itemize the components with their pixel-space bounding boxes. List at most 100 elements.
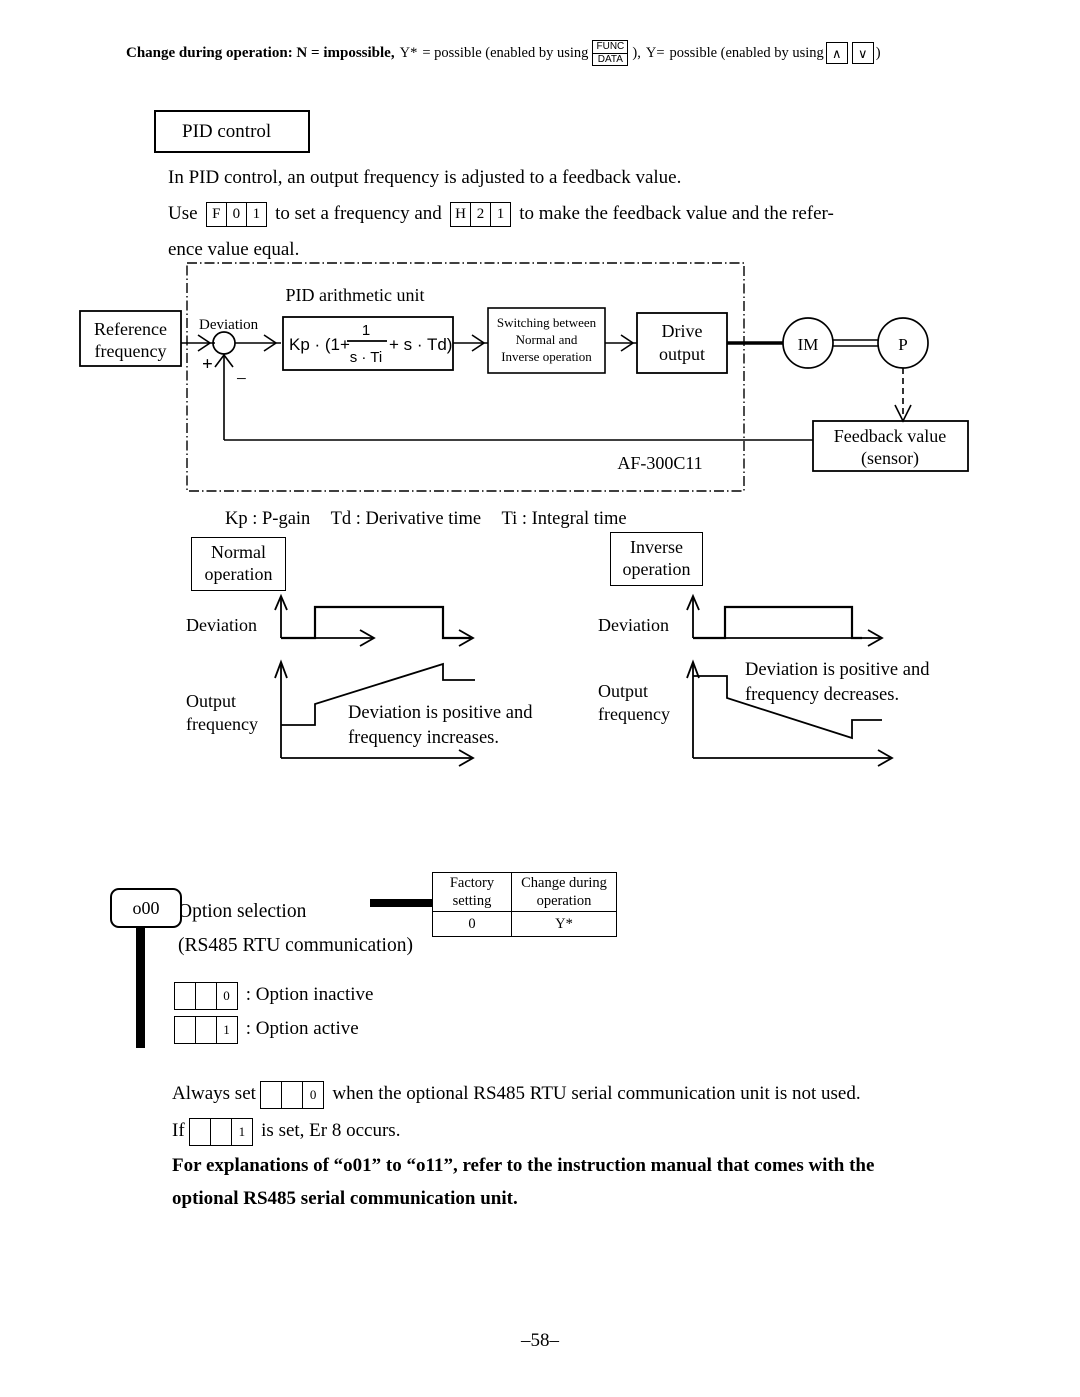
parameter-title-line2: (RS485 RTU communication) xyxy=(178,935,413,956)
digit-blank xyxy=(173,1015,196,1044)
if-post-text: is set, Er 8 occurs. xyxy=(261,1120,401,1141)
intro-tail-text: to make the feedback value and the refer… xyxy=(519,203,834,224)
normal-output-label-line1: Output xyxy=(186,691,237,711)
inverse-output-axis-label: Output frequency xyxy=(598,680,670,726)
up-arrow-key-icon: ∧ xyxy=(825,42,848,64)
motor-label: IM xyxy=(798,335,819,354)
intro-use-word: Use xyxy=(168,203,198,224)
legend-td: Td : Derivative time xyxy=(330,509,482,529)
change-during-operation-header: Change during operation xyxy=(511,872,617,912)
code-h21: H 2 1 xyxy=(450,202,512,228)
normal-operation-note: Deviation is positive and frequency incr… xyxy=(348,701,532,751)
change-during-operation-note: Change during operation: N = impossible,… xyxy=(126,40,986,66)
bold-note-line1: For explanations of “o01” to “o11”, refe… xyxy=(172,1155,875,1176)
always-set-paragraph: Always set 0 when the optional RS485 RTU… xyxy=(172,1075,972,1149)
inverse-operation-note: Deviation is positive and frequency decr… xyxy=(745,658,929,708)
sum-minus-sign: − xyxy=(236,369,247,390)
code-char: 1 xyxy=(490,202,512,227)
option-choice-list: 0 : Option inactive 1 : Option active xyxy=(173,978,374,1046)
table-value-row: 0 Y* xyxy=(432,911,617,937)
formula-numerator: 1 xyxy=(362,322,370,339)
normal-note-line2: frequency increases. xyxy=(348,728,499,748)
header-mid-1: = possible (enabled by using xyxy=(422,44,589,61)
func-data-key-icon: FUNC DATA xyxy=(592,40,629,66)
summing-junction xyxy=(212,331,236,355)
inverse-op-line1: Inverse xyxy=(630,537,683,557)
inverse-deviation-axis-label: Deviation xyxy=(598,615,669,635)
parameter-bracket-stem xyxy=(136,920,145,1048)
code-char: H xyxy=(450,202,472,227)
inverse-output-label-line2: frequency xyxy=(598,704,670,724)
factory-setting-table: Factory setting Change during operation … xyxy=(432,872,617,937)
option-active-text: : Option active xyxy=(245,1018,359,1039)
always-set-digits: 0 xyxy=(260,1080,325,1109)
down-arrow-key-icon: ∨ xyxy=(851,42,874,64)
normal-output-axis-label: Output frequency xyxy=(186,690,258,736)
digit-value: 0 xyxy=(215,981,238,1010)
pid-block-diagram: Reference frequency + − Deviation PID ar… xyxy=(0,255,1080,500)
header-prefix: Change during operation: N = impossible, xyxy=(126,44,395,61)
pid-intro-paragraph: In PID control, an output frequency is a… xyxy=(168,160,888,268)
digit-value: 1 xyxy=(230,1117,253,1146)
change-during-operation-value: Y* xyxy=(511,911,617,937)
code-char: 2 xyxy=(470,202,492,227)
header-mid-3: possible (enabled by using xyxy=(669,44,824,61)
feedback-line1: Feedback value xyxy=(834,426,946,446)
reference-frequency-line1: Reference xyxy=(94,319,167,339)
always-set-pre-text: Always set xyxy=(172,1083,256,1104)
parameter-code: o00 xyxy=(132,897,160,918)
sum-plus-sign: + xyxy=(202,354,213,375)
normal-deviation-pulse xyxy=(281,605,471,640)
always-set-post-text: when the optional RS485 RTU serial commu… xyxy=(332,1083,861,1104)
table-header-row: Factory setting Change during operation xyxy=(432,872,617,912)
formula-lead: Kp · (1+ xyxy=(289,335,350,354)
normal-output-label-line2: frequency xyxy=(186,714,258,734)
option-choice-inactive: 0 : Option inactive xyxy=(173,978,374,1012)
data-key-label: DATA xyxy=(597,53,623,65)
digit-value: 0 xyxy=(302,1080,325,1109)
switch-line3: Inverse operation xyxy=(501,349,592,364)
intro-line-1: In PID control, an output frequency is a… xyxy=(168,167,682,188)
intro-mid-text: to set a frequency and xyxy=(275,203,442,224)
parameter-code-tag: o00 xyxy=(110,888,182,928)
switch-line1: Switching between xyxy=(497,315,597,330)
factory-setting-value: 0 xyxy=(432,911,512,937)
code-f01: F 0 1 xyxy=(205,202,267,228)
intro-line-2: Use F 0 1 to set a frequency and H 2 1 t… xyxy=(168,196,888,232)
gain-legend: Kp : P-gain Td : Derivative time Ti : In… xyxy=(225,509,643,530)
if-pre-text: If xyxy=(172,1120,185,1141)
if-digits: 1 xyxy=(188,1117,253,1146)
factory-setting-header-line2: setting xyxy=(452,893,492,909)
digit-blank xyxy=(194,981,217,1010)
header-ystar: Y* xyxy=(399,44,418,61)
header-y: Y= xyxy=(645,44,665,61)
always-set-line: Always set 0 when the optional RS485 RTU… xyxy=(172,1075,972,1112)
factory-setting-header: Factory setting xyxy=(432,872,512,912)
inverse-note-line2: frequency decreases. xyxy=(745,685,900,705)
header-suffix: ) xyxy=(875,44,881,61)
if-error-line: If 1 is set, Er 8 occurs. xyxy=(172,1112,972,1149)
instruction-manual-note: For explanations of “o01” to “o11”, refe… xyxy=(172,1149,972,1215)
deviation-label: Deviation xyxy=(199,317,259,333)
code-char: 1 xyxy=(245,202,267,227)
drive-output-line1: Drive xyxy=(662,321,703,341)
code-char: 0 xyxy=(225,202,247,227)
normal-deviation-axis-label: Deviation xyxy=(186,615,257,635)
option-choice-active: 1 : Option active xyxy=(173,1012,373,1046)
inverse-deviation-pulse xyxy=(693,605,862,640)
digit-value: 1 xyxy=(215,1015,238,1044)
setting-digits-inactive: 0 xyxy=(173,981,238,1010)
digit-blank xyxy=(209,1117,232,1146)
func-key-label: FUNC xyxy=(593,41,628,54)
digit-blank xyxy=(173,981,196,1010)
switch-line2: Normal and xyxy=(516,332,578,347)
pid-control-title-box: PID control xyxy=(154,110,310,153)
digit-blank xyxy=(281,1080,304,1109)
digit-blank xyxy=(260,1080,283,1109)
page-number: –58– xyxy=(521,1330,559,1351)
digit-blank xyxy=(194,1015,217,1044)
factory-setting-header-line1: Factory xyxy=(449,875,495,891)
option-inactive-text: : Option inactive xyxy=(245,984,374,1005)
code-char: F xyxy=(205,202,227,227)
change-header-line2: operation xyxy=(536,893,592,909)
